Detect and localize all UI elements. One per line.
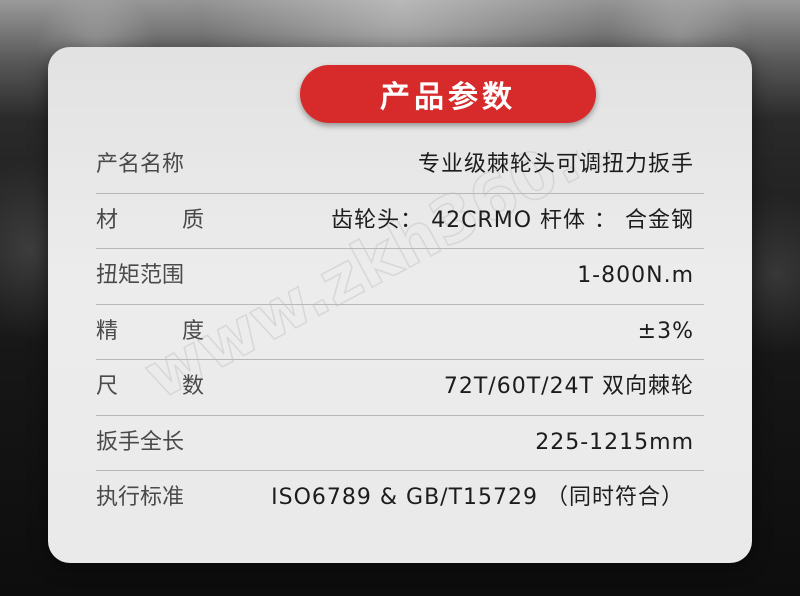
spec-label-text: 扭矩范围 [96, 263, 185, 288]
spec-value: 1-800N.m [577, 263, 694, 288]
spec-table: 产名名称 专业级棘轮头可调扭力扳手 材 质 齿轮头： 42CRMO 杆体 ： 合… [96, 138, 704, 526]
spec-value: 72T/60T/24T 双向棘轮 [443, 374, 694, 399]
spec-value: 225-1215mm [535, 429, 694, 455]
spec-label-char: 度 [181, 318, 204, 344]
spec-row-standard: 执行标准 ISO6789 & GB/T15729 （同时符合） [96, 471, 704, 526]
spec-row-length: 扳手全长 225-1215mm [96, 416, 704, 471]
spec-value: 专业级棘轮头可调扭力扳手 [417, 152, 694, 177]
spec-label: 产名名称 [96, 150, 204, 180]
spec-label-char: 质 [181, 207, 204, 233]
spec-label: 材 质 [96, 206, 204, 236]
page-title: 产品参数 [300, 65, 596, 123]
spec-label-text: 扳手全长 [96, 429, 185, 455]
spec-row-accuracy: 精 度 ±3% [96, 305, 704, 360]
spec-label: 尺 数 [96, 372, 204, 402]
spec-label: 扭矩范围 [96, 261, 204, 291]
spec-label-char: 精 [96, 318, 119, 344]
spec-row-torque-range: 扭矩范围 1-800N.m [96, 249, 704, 305]
spec-label: 精 度 [96, 317, 204, 347]
spec-label-char: 材 [96, 207, 119, 233]
spec-value: ISO6789 & GB/T15729 （同时符合） [271, 485, 684, 510]
spec-label: 执行标准 [96, 483, 204, 513]
spec-row-material: 材 质 齿轮头： 42CRMO 杆体 ： 合金钢 [96, 194, 704, 249]
spec-label-text: 产名名称 [96, 152, 185, 177]
spec-label-char: 数 [181, 374, 204, 399]
spec-label: 扳手全长 [96, 428, 204, 458]
spec-row-product-name: 产名名称 专业级棘轮头可调扭力扳手 [96, 138, 704, 194]
spec-row-teeth: 尺 数 72T/60T/24T 双向棘轮 [96, 360, 704, 416]
spec-value: 齿轮头： 42CRMO 杆体 ： 合金钢 [331, 207, 694, 233]
spec-label-char: 尺 [96, 374, 119, 399]
spec-value: ±3% [637, 318, 694, 344]
spec-label-text: 执行标准 [96, 485, 185, 510]
